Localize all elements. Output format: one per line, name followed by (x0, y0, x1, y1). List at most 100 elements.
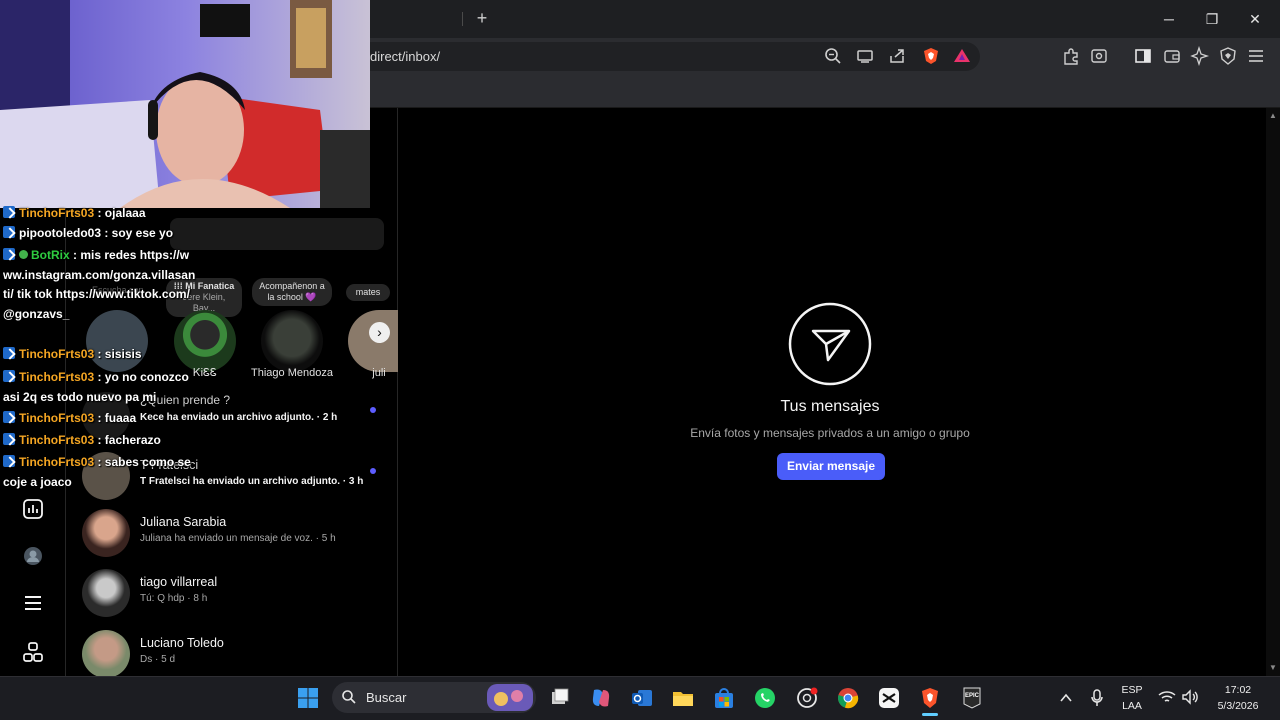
language-indicator[interactable]: ESP (1116, 684, 1148, 696)
chat-username: TinchoFrts03 (19, 455, 95, 469)
minimize-button[interactable]: ─ (1154, 6, 1184, 32)
vpn-icon[interactable] (1218, 46, 1238, 66)
address-bar-url[interactable]: direct/inbox/ (370, 49, 440, 64)
kick-badge-icon (3, 370, 15, 382)
stream-chat-overlay: TinchoFrts03 : ojalaaa pipootoledo03 : s… (0, 204, 200, 500)
taskbar-search-placeholder[interactable]: Buscar (366, 690, 406, 705)
microphone-icon[interactable] (1089, 688, 1105, 708)
windows-start-icon[interactable] (296, 686, 320, 710)
chat-username: TinchoFrts03 (19, 347, 95, 361)
note-bubble[interactable]: Acompañenon a la school 💜 (252, 278, 332, 306)
unread-indicator (370, 407, 376, 413)
chat-username: BotRix (31, 248, 70, 262)
copilot-icon[interactable] (589, 686, 613, 710)
conversation-avatar (82, 630, 130, 678)
cast-icon[interactable] (855, 46, 875, 66)
screenshot-icon[interactable] (1089, 46, 1109, 66)
more-menu-icon[interactable] (22, 592, 44, 614)
messenger-send-icon (788, 302, 872, 386)
file-explorer-icon[interactable] (671, 686, 695, 710)
chat-text: : soy ese yo (101, 226, 174, 240)
chat-username: TinchoFrts03 (19, 433, 95, 447)
brave-shield-icon[interactable] (921, 46, 941, 66)
chat-message: TinchoFrts03 : sisisis (3, 345, 198, 365)
close-window-button[interactable]: ✕ (1240, 6, 1270, 32)
verified-bot-icon (19, 250, 28, 259)
conversation-item[interactable]: Juliana Sarabia Juliana ha enviado un me… (82, 509, 392, 565)
active-app-indicator (922, 713, 938, 716)
conversation-preview: Tú: Q hdp · 8 h (140, 593, 208, 604)
conversation-item[interactable]: tiago villarreal Tú: Q hdp · 8 h (82, 569, 392, 625)
chat-message: TinchoFrts03 : facherazo (3, 431, 198, 451)
search-icon (342, 690, 356, 704)
conversation-name: Luciano Toledo (140, 636, 224, 650)
note-bubble[interactable]: mates (346, 284, 390, 301)
extensions-icon[interactable] (1061, 46, 1081, 66)
message-search-input[interactable] (170, 218, 384, 250)
chat-text: : sisisis (94, 347, 142, 361)
outlook-icon[interactable] (630, 686, 654, 710)
conversation-name: Juliana Sarabia (140, 515, 227, 529)
clock-date[interactable]: 5/3/2026 (1208, 700, 1268, 712)
microsoft-store-icon[interactable] (712, 686, 736, 710)
also-from-meta-icon[interactable] (22, 641, 44, 663)
whatsapp-icon[interactable] (753, 686, 777, 710)
kick-badge-icon (3, 226, 15, 238)
chrome-icon[interactable] (836, 686, 860, 710)
kick-badge-icon (3, 455, 15, 467)
story-avatar[interactable] (261, 310, 323, 372)
sidebar-icon[interactable] (1133, 46, 1153, 66)
chat-message: TinchoFrts03 : fuaaa (3, 409, 198, 429)
wifi-icon[interactable] (1158, 689, 1176, 705)
page-scrollbar[interactable] (1266, 108, 1280, 676)
clock-time[interactable]: 17:02 (1208, 684, 1268, 696)
profile-avatar[interactable] (22, 545, 44, 567)
scroll-up-arrow[interactable]: ▲ (1266, 110, 1280, 122)
svg-text:EPIC: EPIC (965, 693, 980, 699)
chatgpt-icon[interactable] (795, 686, 819, 710)
chat-message: pipootoledo03 : soy ese yo (3, 224, 198, 244)
chat-message: TinchoFrts03 : yo no conozco asi 2q es t… (3, 368, 198, 407)
share-icon[interactable] (887, 46, 907, 66)
wallet-icon[interactable] (1162, 46, 1182, 66)
kick-badge-icon (3, 411, 15, 423)
zoom-icon[interactable] (823, 46, 843, 66)
desktop: + ─ ❐ ✕ direct/inbox/ ▲ ▼ Escucha con ⁞⁞… (0, 0, 1280, 720)
unread-indicator (370, 468, 376, 474)
epic-games-icon[interactable]: EPIC (960, 686, 984, 710)
tab-separator (462, 12, 463, 26)
note-line1: Acompañenon a (259, 281, 325, 291)
chevron-up-icon[interactable] (1058, 690, 1074, 706)
webcam-overlay (0, 0, 370, 208)
note-line1: mates (355, 287, 381, 297)
dashboard-icon[interactable] (22, 498, 44, 520)
search-highlight-icon[interactable] (487, 684, 533, 711)
messages-empty-state: Tus mensajes Envía fotos y mensajes priv… (398, 108, 1266, 676)
chat-message: TinchoFrts03 : sabes como se coje a joac… (3, 453, 198, 492)
empty-state-title: Tus mensajes (780, 398, 880, 415)
new-tab-button[interactable]: + (472, 8, 492, 28)
capcut-icon[interactable] (877, 686, 901, 710)
restore-button[interactable]: ❐ (1197, 6, 1227, 32)
brave-browser-icon[interactable] (918, 686, 942, 710)
task-view-icon[interactable] (548, 686, 572, 710)
brave-rewards-icon[interactable] (952, 46, 972, 66)
kick-badge-icon (3, 248, 15, 260)
leo-ai-icon[interactable] (1190, 46, 1210, 66)
webcam-feed-image (0, 0, 370, 208)
note-line2: la school 💜 (267, 292, 317, 302)
chat-username: TinchoFrts03 (19, 411, 95, 425)
keyboard-layout-indicator[interactable]: LAA (1116, 700, 1148, 712)
kick-badge-icon (3, 206, 15, 218)
stories-next-button[interactable]: › (369, 322, 390, 343)
volume-icon[interactable] (1181, 689, 1199, 705)
menu-icon[interactable] (1246, 46, 1266, 66)
chat-message: TinchoFrts03 : ojalaaa (3, 204, 198, 224)
chat-text: : facherazo (94, 433, 161, 447)
send-message-button[interactable]: Enviar mensaje (777, 453, 885, 480)
conversation-preview: Juliana ha enviado un mensaje de voz. · … (140, 533, 336, 544)
scroll-down-arrow[interactable]: ▼ (1266, 662, 1280, 674)
chat-text: : ojalaaa (94, 206, 146, 220)
chat-message: BotRix : mis redes https://www.instagram… (3, 246, 198, 324)
kick-badge-icon (3, 347, 15, 359)
